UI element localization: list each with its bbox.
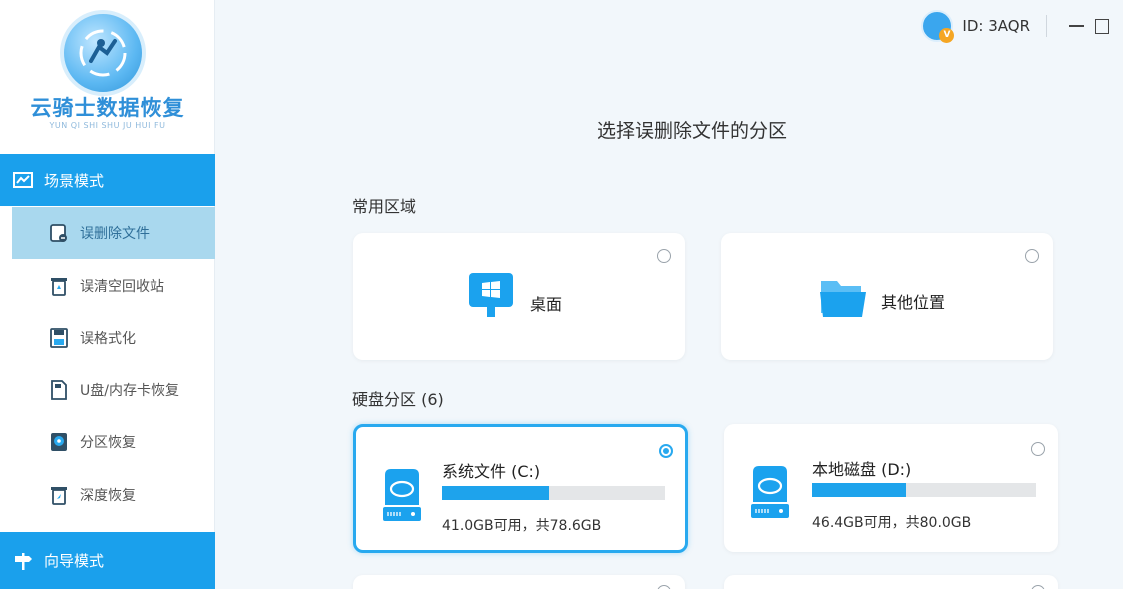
sidebar-item-label: U盘/内存卡恢复 (80, 383, 179, 399)
title-bar-divider (1046, 15, 1047, 37)
folder-icon (820, 281, 866, 317)
scene-mode-label: 场景模式 (44, 171, 105, 190)
location-label-desktop: 桌面 (530, 295, 563, 314)
disk-usage-fill (812, 483, 907, 497)
vip-badge: V (939, 28, 955, 43)
user-id: ID: 3AQR (962, 17, 1030, 35)
deep-recovery-icon (51, 487, 67, 505)
guide-mode-header[interactable]: 向导模式 (0, 532, 215, 589)
disk-card-c[interactable]: 系统文件 (C:) 41.0GB可用，共78.6GB (353, 424, 688, 553)
disk-usage-bar (442, 486, 665, 500)
radio-disk-d[interactable] (1031, 442, 1045, 456)
radio-disk-e[interactable] (657, 585, 671, 589)
radio-desktop[interactable] (657, 249, 671, 263)
page-title: 选择误删除文件的分区 (597, 120, 788, 142)
disk-card-d[interactable]: 本地磁盘 (D:) 46.4GB可用，共80.0GB (724, 424, 1058, 552)
partition-icon (51, 433, 67, 451)
maximize-icon (1095, 18, 1109, 34)
sidebar-item-recycle-bin[interactable]: 误清空回收站 (0, 260, 215, 312)
desktop-icon (469, 273, 513, 317)
app-logo-icon (60, 10, 146, 96)
minimize-button[interactable] (1065, 15, 1087, 37)
common-section-label: 常用区域 (352, 197, 417, 216)
scene-mode-header[interactable]: 场景模式 (0, 154, 215, 206)
chart-icon (13, 172, 33, 188)
sidebar-item-label: 误删除文件 (80, 226, 150, 242)
brand-name: 云骑士数据恢复 (30, 96, 185, 120)
disk-usage-fill (442, 486, 550, 500)
hard-drive-icon (751, 466, 789, 518)
user-avatar[interactable]: V (921, 10, 955, 43)
maximize-button[interactable] (1091, 15, 1113, 37)
deleted-file-icon (50, 224, 67, 242)
guide-mode-label: 向导模式 (44, 552, 105, 570)
sidebar-item-label: 误清空回收站 (80, 279, 164, 295)
signpost-icon (15, 552, 32, 570)
location-label-other: 其他位置 (881, 293, 946, 312)
sidebar-item-format[interactable]: 误格式化 (0, 312, 215, 364)
disk-card-e-partial[interactable] (353, 575, 685, 589)
sidebar-item-deleted-files[interactable]: 误删除文件 (12, 207, 215, 259)
sidebar: 云骑士数据恢复 YUN QI SHI SHU JU HUI FU 场景模式 误删… (0, 0, 215, 589)
location-card-other[interactable]: 其他位置 (721, 233, 1053, 360)
disk-size: 41.0GB可用，共78.6GB (442, 518, 602, 534)
sidebar-item-usb-card[interactable]: U盘/内存卡恢复 (0, 364, 215, 416)
radio-other[interactable] (1025, 249, 1039, 263)
brand-subtitle: YUN QI SHI SHU JU HUI FU (49, 121, 166, 130)
recycle-bin-icon (51, 278, 67, 296)
usb-card-icon (51, 380, 67, 400)
disk-name: 系统文件 (C:) (442, 462, 541, 481)
sidebar-item-label: 分区恢复 (80, 435, 136, 451)
hard-drive-icon (383, 469, 421, 521)
radio-disk-f[interactable] (1031, 585, 1045, 589)
sidebar-item-label: 深度恢复 (80, 488, 136, 504)
title-bar: V ID: 3AQR (921, 8, 1113, 44)
minimize-icon (1068, 25, 1084, 27)
format-icon (50, 328, 68, 348)
disk-card-f-partial[interactable] (724, 575, 1058, 589)
disk-usage-bar (812, 483, 1036, 497)
sidebar-item-partition[interactable]: 分区恢复 (0, 416, 215, 468)
sidebar-item-deep-recovery[interactable]: 深度恢复 (0, 469, 215, 521)
sidebar-item-label: 误格式化 (80, 331, 136, 347)
disk-section-label: 硬盘分区 (6) (352, 390, 444, 409)
disk-size: 46.4GB可用，共80.0GB (812, 515, 972, 531)
radio-disk-c[interactable] (659, 444, 673, 458)
disk-name: 本地磁盘 (D:) (812, 460, 912, 479)
location-card-desktop[interactable]: 桌面 (353, 233, 685, 360)
